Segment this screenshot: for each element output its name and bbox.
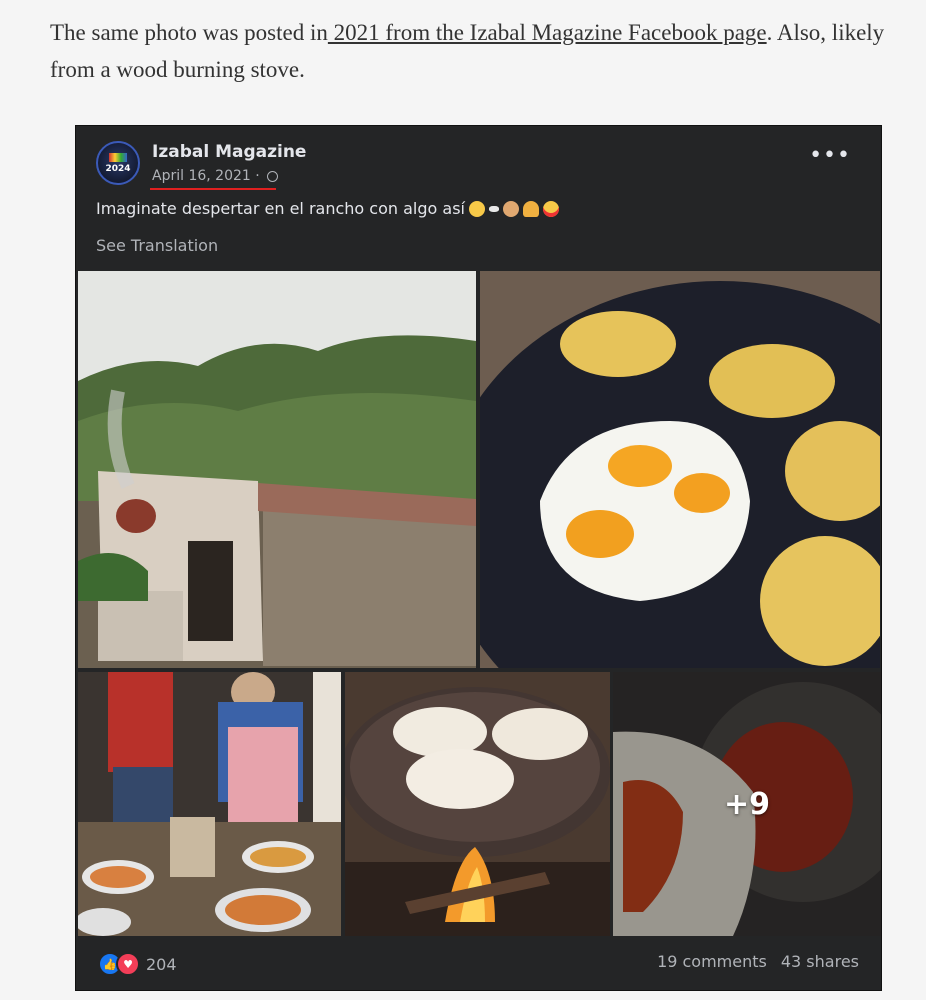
fire-photo-illustration xyxy=(345,672,610,936)
egg-emoji-icon xyxy=(488,206,499,212)
red-annotation-underline xyxy=(150,188,276,190)
photo-eggs-tortillas-comal[interactable] xyxy=(480,271,880,668)
photo-adobe-house[interactable] xyxy=(78,271,476,668)
article-text-before: The same photo was posted in xyxy=(50,20,328,45)
facebook-page-link[interactable]: 2021 from the Izabal Magazine Facebook p… xyxy=(328,20,767,45)
eggs-photo-illustration xyxy=(480,271,880,668)
page-name[interactable]: Izabal Magazine xyxy=(152,142,306,162)
comments-count[interactable]: 19 comments xyxy=(657,952,767,971)
reactions-summary[interactable]: 👍 ♥ 204 xyxy=(98,952,177,976)
post-caption: Imaginate despertar en el rancho con alg… xyxy=(96,199,465,218)
love-icon: ♥ xyxy=(116,952,140,976)
post-text: Imaginate despertar en el rancho con alg… xyxy=(96,199,559,218)
page-avatar[interactable]: 2024 xyxy=(96,141,140,185)
article-paragraph: The same photo was posted in 2021 from t… xyxy=(50,14,890,88)
facebook-post-screenshot: 2024 Izabal Magazine April 16, 2021 · ••… xyxy=(75,125,882,991)
taco-emoji-icon xyxy=(522,201,539,217)
kitchen-photo-illustration xyxy=(78,672,341,936)
reaction-count: 204 xyxy=(146,954,177,974)
star-struck-emoji-icon xyxy=(542,201,559,217)
see-translation-link[interactable]: See Translation xyxy=(96,236,218,255)
post-date: April 16, 2021 xyxy=(152,168,251,184)
avatar-year: 2024 xyxy=(105,163,131,174)
photo-tortillas-over-fire[interactable] xyxy=(345,672,610,936)
shares-count[interactable]: 43 shares xyxy=(781,952,859,971)
post-date-line[interactable]: April 16, 2021 · xyxy=(152,168,279,184)
date-separator: · xyxy=(250,168,265,184)
avatar-logo-icon xyxy=(109,152,127,162)
photo-women-cooking[interactable] xyxy=(78,672,341,936)
house-photo-illustration xyxy=(78,271,476,668)
globe-icon xyxy=(267,171,279,182)
tortilla-emoji-icon xyxy=(502,201,519,217)
engagement-stats: 19 comments 43 shares xyxy=(657,952,859,971)
more-options-icon[interactable]: ••• xyxy=(809,145,851,167)
drooling-face-emoji-icon xyxy=(468,201,485,217)
photo-salsa-molcajete[interactable]: +9 xyxy=(613,672,881,936)
more-photos-count: +9 xyxy=(723,786,770,822)
